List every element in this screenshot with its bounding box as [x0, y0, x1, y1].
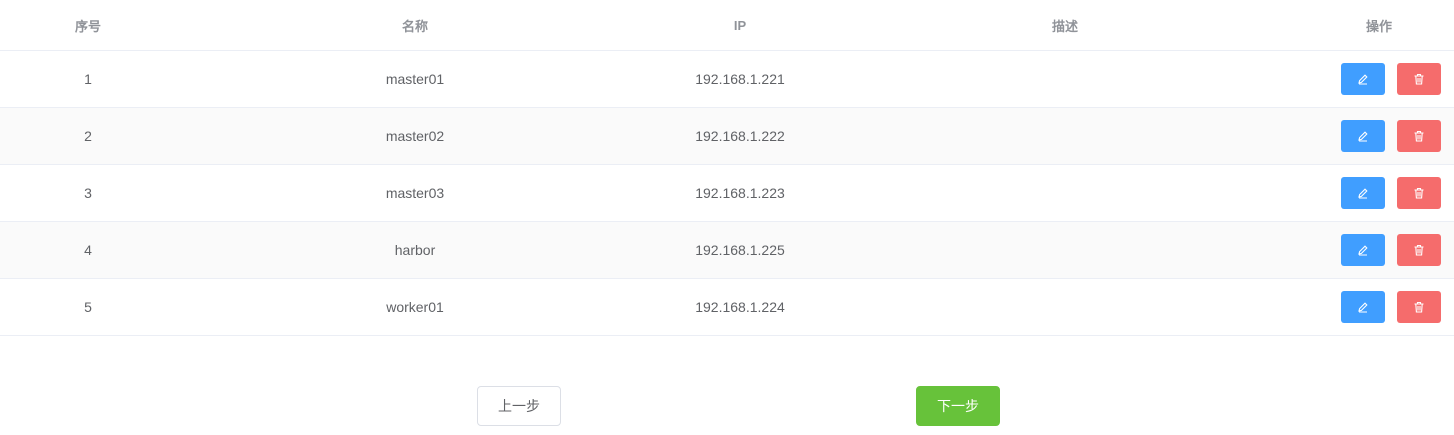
row-index-cell: 3: [0, 164, 176, 222]
prev-step-button[interactable]: 上一步: [477, 386, 561, 426]
edit-button[interactable]: [1341, 234, 1385, 266]
table-row: 2 master02 192.168.1.222: [0, 107, 1454, 165]
trash-icon: [1414, 244, 1424, 256]
edit-button[interactable]: [1341, 120, 1385, 152]
table-body: 1 master01 192.168.1.221 2 master02 192.…: [0, 50, 1454, 336]
row-operations-cell: [1304, 278, 1454, 336]
column-header-description: 描述: [826, 0, 1304, 51]
edit-button[interactable]: [1341, 63, 1385, 95]
row-index-cell: 5: [0, 278, 176, 336]
row-description-cell: [826, 278, 1304, 336]
trash-icon: [1414, 130, 1424, 142]
column-header-operations: 操作: [1304, 0, 1454, 51]
row-name-cell: master02: [176, 107, 654, 165]
column-header-index: 序号: [0, 0, 176, 51]
row-operations-cell: [1304, 164, 1454, 222]
table-row: 1 master01 192.168.1.221: [0, 50, 1454, 108]
row-ip-cell: 192.168.1.221: [654, 50, 826, 108]
edit-icon: [1358, 74, 1368, 85]
delete-button[interactable]: [1397, 234, 1441, 266]
row-name-cell: master03: [176, 164, 654, 222]
edit-icon: [1358, 131, 1368, 142]
row-name-cell: master01: [176, 50, 654, 108]
row-index-cell: 2: [0, 107, 176, 165]
delete-button[interactable]: [1397, 291, 1441, 323]
row-index-cell: 1: [0, 50, 176, 108]
row-ip-cell: 192.168.1.224: [654, 278, 826, 336]
edit-icon: [1358, 188, 1368, 199]
column-header-ip: IP: [654, 0, 826, 51]
host-table: 序号 名称 IP 描述 操作 1 master01 192.168.1.221: [0, 0, 1454, 336]
row-name-cell: worker01: [176, 278, 654, 336]
table-header: 序号 名称 IP 描述 操作: [0, 0, 1454, 51]
table-row: 4 harbor 192.168.1.225: [0, 221, 1454, 279]
trash-icon: [1414, 301, 1424, 313]
row-operations-cell: [1304, 221, 1454, 279]
row-ip-cell: 192.168.1.225: [654, 221, 826, 279]
host-list-page: 序号 名称 IP 描述 操作 1 master01 192.168.1.221: [0, 0, 1454, 435]
next-step-button[interactable]: 下一步: [916, 386, 1000, 426]
row-description-cell: [826, 107, 1304, 165]
edit-icon: [1358, 302, 1368, 313]
row-index-cell: 4: [0, 221, 176, 279]
row-description-cell: [826, 164, 1304, 222]
row-operations-cell: [1304, 50, 1454, 108]
row-name-cell: harbor: [176, 221, 654, 279]
row-ip-cell: 192.168.1.222: [654, 107, 826, 165]
row-description-cell: [826, 221, 1304, 279]
row-description-cell: [826, 50, 1304, 108]
table-row: 5 worker01 192.168.1.224: [0, 278, 1454, 336]
row-operations-cell: [1304, 107, 1454, 165]
edit-button[interactable]: [1341, 177, 1385, 209]
column-header-name: 名称: [176, 0, 654, 51]
delete-button[interactable]: [1397, 120, 1441, 152]
row-ip-cell: 192.168.1.223: [654, 164, 826, 222]
delete-button[interactable]: [1397, 63, 1441, 95]
trash-icon: [1414, 73, 1424, 85]
edit-icon: [1358, 245, 1368, 256]
delete-button[interactable]: [1397, 177, 1441, 209]
edit-button[interactable]: [1341, 291, 1385, 323]
table-row: 3 master03 192.168.1.223: [0, 164, 1454, 222]
trash-icon: [1414, 187, 1424, 199]
